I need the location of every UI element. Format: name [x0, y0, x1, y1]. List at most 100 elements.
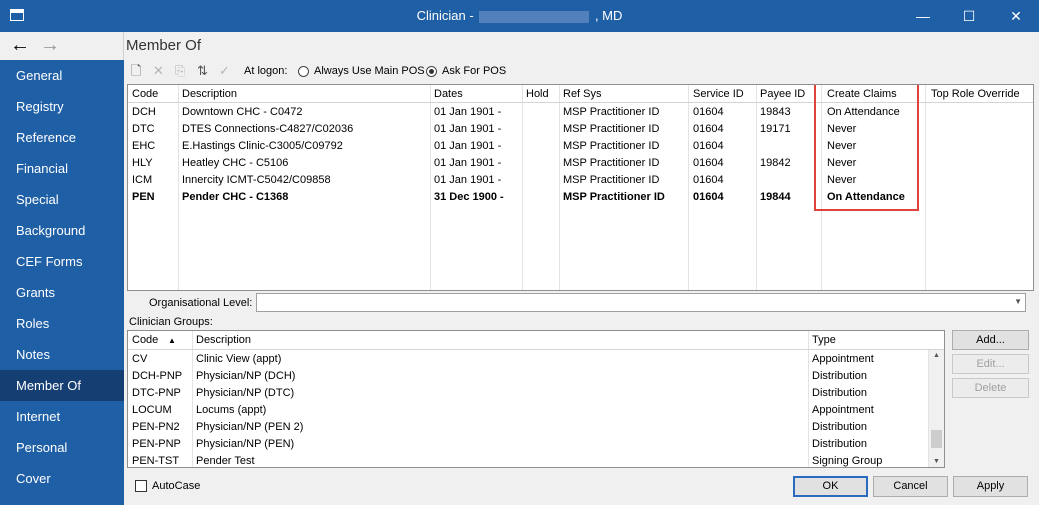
col-dates[interactable]: Dates [434, 88, 463, 100]
nav-item-general[interactable]: General [0, 60, 124, 91]
cell-ref-sys: MSP Practitioner ID [563, 174, 660, 186]
col-service-id[interactable]: Service ID [693, 88, 744, 100]
radio-always-label: Always Use Main POS [314, 65, 425, 77]
window-title-prefix: Clinician - [416, 8, 474, 23]
col-group-code[interactable]: Code [132, 334, 158, 346]
cell-service-id: 01604 [693, 123, 724, 135]
list-item[interactable]: CV Clinic View (appt) Appointment [128, 351, 928, 368]
cell-payee-id: 19842 [760, 157, 791, 169]
nav-item-reference[interactable]: Reference [0, 122, 124, 153]
nav-item-background[interactable]: Background [0, 215, 124, 246]
cell-payee-id: 19843 [760, 106, 791, 118]
nav-item-notes[interactable]: Notes [0, 339, 124, 370]
org-level-label: Organisational Level: [149, 297, 253, 309]
back-arrow-icon[interactable]: ← [10, 35, 30, 55]
cell-ref-sys: MSP Practitioner ID [563, 191, 665, 203]
scroll-down-icon[interactable]: ▼ [929, 458, 944, 465]
new-icon[interactable]: 🗋 [131, 63, 141, 79]
clinician-groups-grid[interactable]: Code ▲ Description Type CV Clinic View (a… [127, 330, 945, 468]
nav-item-cef-forms[interactable]: CEF Forms [0, 246, 124, 277]
group-cell-type: Signing Group [812, 455, 883, 467]
group-cell-description: Physician/NP (DTC) [196, 387, 295, 399]
radio-ask-label: Ask For POS [442, 65, 507, 77]
navigation-pane: ← → General Registry Reference Financial… [0, 32, 124, 505]
cancel-button[interactable]: Cancel [873, 476, 948, 497]
nav-item-special[interactable]: Special [0, 184, 124, 215]
group-cell-description: Physician/NP (PEN) [196, 438, 295, 450]
nav-item-financial[interactable]: Financial [0, 153, 124, 184]
cell-dates: 01 Jan 1901 - [434, 140, 502, 152]
cell-description: E.Hastings Clinic-C3005/C09792 [182, 140, 343, 152]
group-cell-code: CV [132, 353, 148, 365]
maximize-button[interactable]: ☐ [946, 0, 992, 32]
cell-service-id: 01604 [693, 191, 724, 203]
list-item[interactable]: LOCUM Locums (appt) Appointment [128, 402, 928, 419]
autocase-label: AutoCase [152, 480, 201, 492]
nav-item-grants[interactable]: Grants [0, 277, 124, 308]
autocase-checkbox[interactable] [135, 480, 147, 492]
group-cell-code: DTC-PNP [132, 387, 181, 399]
delete-group-button[interactable]: Delete [952, 378, 1029, 398]
cell-payee-id: 19171 [760, 123, 791, 135]
ok-button[interactable]: OK [793, 476, 868, 497]
check-icon[interactable]: ✓ [219, 63, 230, 79]
add-group-button[interactable]: Add... [952, 330, 1029, 350]
group-cell-code: PEN-TST [132, 455, 180, 467]
group-cell-code: PEN-PNP [132, 438, 181, 450]
forward-arrow-icon[interactable]: → [40, 35, 60, 55]
radio-always-use-main-pos[interactable] [298, 66, 309, 77]
list-item[interactable]: PEN-TST Pender Test Signing Group [128, 453, 928, 467]
apply-button[interactable]: Apply [953, 476, 1028, 497]
member-of-grid[interactable]: Code Description Dates Hold Ref Sys Serv… [127, 84, 1034, 291]
col-group-description[interactable]: Description [196, 334, 251, 346]
nav-item-roles[interactable]: Roles [0, 308, 124, 339]
list-item[interactable]: DCH-PNP Physician/NP (DCH) Distribution [128, 368, 928, 385]
col-description[interactable]: Description [182, 88, 237, 100]
cell-code: PEN [132, 191, 155, 203]
nav-item-registry[interactable]: Registry [0, 91, 124, 122]
list-item[interactable]: DTC-PNP Physician/NP (DTC) Distribution [128, 385, 928, 402]
col-top-role-override[interactable]: Top Role Override [931, 88, 1020, 100]
group-cell-code: DCH-PNP [132, 370, 183, 382]
copy-icon[interactable]: ⎘ [175, 63, 185, 79]
nav-item-member-of[interactable]: Member Of [0, 370, 124, 401]
groups-scrollbar[interactable]: ▲ ▼ [928, 350, 944, 467]
cell-dates: 01 Jan 1901 - [434, 106, 502, 118]
col-payee-id[interactable]: Payee ID [760, 88, 805, 100]
group-cell-code: PEN-PN2 [132, 421, 180, 433]
nav-item-internet[interactable]: Internet [0, 401, 124, 432]
cell-ref-sys: MSP Practitioner ID [563, 123, 660, 135]
groups-grid-header: Code ▲ Description Type [128, 331, 944, 350]
window-titlebar: Clinician - , MD — ☐ ✕ [0, 0, 1039, 32]
minimize-button[interactable]: — [900, 0, 946, 32]
nav-item-personal[interactable]: Personal [0, 432, 124, 463]
col-hold[interactable]: Hold [526, 88, 549, 100]
group-cell-code: LOCUM [132, 404, 172, 416]
chevron-down-icon[interactable]: ▼ [1014, 297, 1022, 306]
group-cell-description: Pender Test [196, 455, 255, 467]
col-ref-sys[interactable]: Ref Sys [563, 88, 602, 100]
scroll-up-icon[interactable]: ▲ [929, 352, 944, 359]
scroll-thumb[interactable] [931, 430, 942, 448]
clinician-groups-label: Clinician Groups: [129, 316, 213, 328]
redacted-name [479, 10, 590, 23]
refresh-icon[interactable]: ⇅ [197, 63, 208, 79]
list-item[interactable]: PEN-PNP Physician/NP (PEN) Distribution [128, 436, 928, 453]
group-cell-type: Distribution [812, 421, 868, 433]
nav-item-cover[interactable]: Cover [0, 463, 124, 494]
cell-service-id: 01604 [693, 157, 724, 169]
cell-dates: 01 Jan 1901 - [434, 174, 502, 186]
page-title: Member Of [126, 37, 202, 54]
list-item[interactable]: PEN-PN2 Physician/NP (PEN 2) Distribution [128, 419, 928, 436]
cell-code: HLY [132, 157, 153, 169]
org-level-select[interactable]: ▼ [256, 293, 1026, 312]
cell-description: DTES Connections-C4827/C02036 [182, 123, 354, 135]
edit-group-button[interactable]: Edit... [952, 354, 1029, 374]
cell-payee-id: 19844 [760, 191, 791, 203]
close-button[interactable]: ✕ [993, 0, 1039, 32]
cell-code: DCH [132, 106, 156, 118]
delete-icon[interactable]: ✕ [153, 63, 164, 79]
radio-ask-for-pos[interactable] [426, 66, 437, 77]
col-code[interactable]: Code [132, 88, 158, 100]
col-group-type[interactable]: Type [812, 334, 836, 346]
